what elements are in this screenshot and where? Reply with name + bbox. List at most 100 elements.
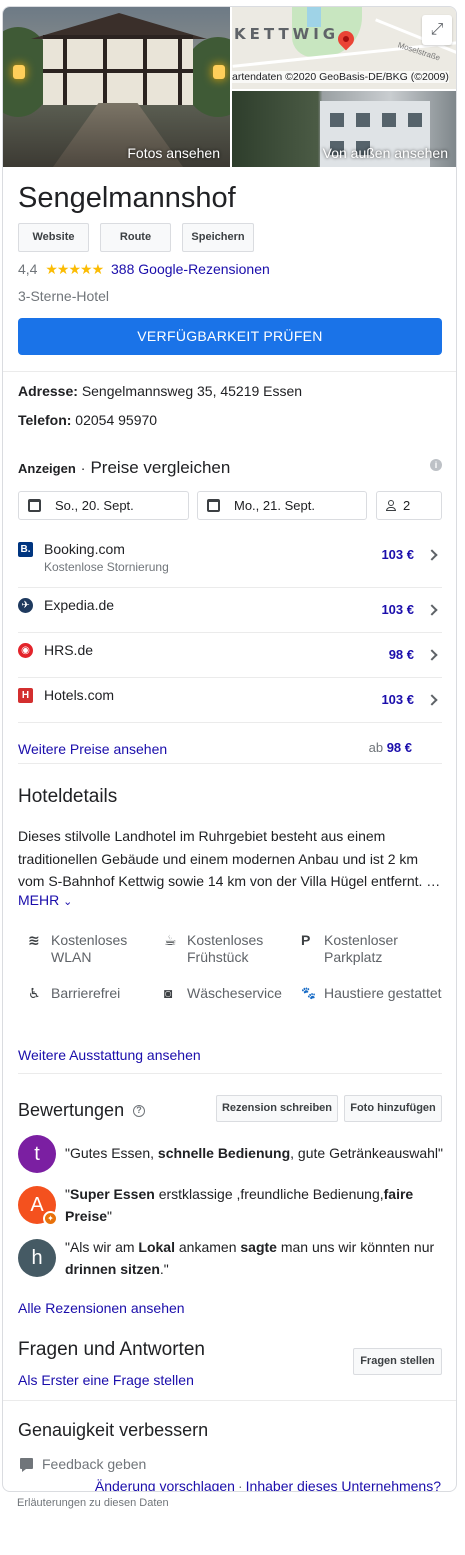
add-photo-button[interactable]: Foto hinzufügen: [344, 1095, 442, 1122]
more-prices-link[interactable]: Weitere Preise ansehen: [18, 741, 167, 757]
all-reviews-link[interactable]: Alle Rezensionen ansehen: [18, 1300, 185, 1316]
suggest-change-link[interactable]: Änderung vorschlagen: [95, 1478, 235, 1491]
reviews-link[interactable]: 388 Google-Rezensionen: [111, 261, 270, 277]
info-icon[interactable]: i: [430, 459, 442, 471]
route-button[interactable]: Route: [100, 223, 171, 252]
photo-strip: Fotos ansehen KETTWIG Moselstraße artend…: [3, 7, 456, 167]
provider-name: Expedia.de: [44, 597, 115, 613]
website-button[interactable]: Website: [18, 223, 89, 252]
accuracy-heading: Genauigkeit verbessern: [18, 1420, 209, 1440]
calendar-icon: [207, 499, 220, 512]
provider-price: 103 €: [381, 602, 414, 617]
address-label: Adresse:: [18, 383, 78, 399]
outside-photo[interactable]: Von außen ansehen: [232, 91, 456, 167]
qa-heading: Fragen und Antworten: [18, 1339, 205, 1360]
map-thumbnail[interactable]: KETTWIG Moselstraße artendaten ©2020 Geo…: [232, 7, 456, 89]
amenity-label: Haustiere gestattet: [324, 985, 442, 1001]
view-photos-label[interactable]: Fotos ansehen: [127, 145, 220, 161]
hotel-details-heading: Hoteldetails: [18, 786, 118, 807]
provider-price: 98 €: [388, 647, 414, 662]
chevron-down-icon: ⌄: [63, 896, 73, 908]
rating-row: 4,4 ★★★★★ 388 Google-Rezensionen: [18, 261, 270, 278]
phone-line: Telefon: 02054 95970: [18, 412, 157, 428]
divider: [18, 677, 442, 678]
house-shape: [43, 35, 193, 105]
coffee-icon: ☕: [164, 932, 177, 948]
checkout-date[interactable]: Mo., 21. Sept.: [197, 491, 367, 520]
chevron-right-icon: [426, 649, 438, 661]
chevron-right-icon: [426, 549, 438, 561]
write-review-button[interactable]: Rezension schreiben: [216, 1095, 338, 1122]
ask-first-question-link[interactable]: Als Erster eine Frage stellen: [18, 1372, 194, 1388]
divider: [3, 1400, 456, 1401]
provider-name: HRS.de: [44, 642, 94, 658]
separator: ·: [80, 460, 86, 476]
avatar[interactable]: h: [18, 1239, 56, 1277]
separator: ·: [237, 1478, 243, 1492]
person-icon: [386, 500, 396, 511]
save-button[interactable]: Speichern: [182, 223, 254, 252]
provider-row-expedia[interactable]: ✈ Expedia.de 103 €: [18, 597, 442, 632]
guests-selector[interactable]: 2: [376, 491, 442, 520]
paw-icon: 🐾: [301, 986, 316, 1000]
phone-label: Telefon:: [18, 412, 72, 428]
laundry-icon: ◙: [164, 985, 173, 1001]
provider-name: Booking.com: [44, 541, 125, 557]
from-label: ab: [368, 740, 384, 755]
parking-icon: P: [301, 932, 311, 948]
amenity-label: Barrierefrei: [51, 985, 121, 1001]
help-icon[interactable]: ?: [133, 1105, 145, 1117]
map-water: [307, 7, 321, 27]
checkin-date[interactable]: So., 20. Sept.: [18, 491, 189, 520]
divider: [18, 722, 442, 723]
owner-link[interactable]: Inhaber dieses Unternehmens?: [246, 1478, 441, 1491]
lamp-icon: [13, 65, 25, 79]
amenity-label: Kostenloses WLAN: [51, 932, 128, 965]
divider: [18, 763, 442, 764]
main-photo[interactable]: Fotos ansehen: [3, 7, 230, 167]
provider-row-hrs[interactable]: ◉ HRS.de 98 €: [18, 642, 442, 677]
hotels-logo-icon: H: [18, 688, 33, 703]
reviews-heading: Bewertungen: [18, 1100, 125, 1120]
expand-icon[interactable]: ⤢: [422, 15, 452, 45]
phone-value[interactable]: 02054 95970: [75, 412, 157, 428]
local-guide-badge-icon: ✦: [43, 1211, 58, 1226]
booking-logo-icon: B.: [18, 542, 33, 557]
guests-value: 2: [403, 498, 411, 513]
divider: [18, 587, 442, 588]
provider-subtitle: Kostenlose Stornierung: [44, 560, 169, 574]
review-snippet: "Gutes Essen, schnelle Bedienung, gute G…: [65, 1145, 443, 1161]
ask-question-button[interactable]: Fragen stellen: [353, 1348, 442, 1375]
hotel-category: 3-Sterne-Hotel: [18, 288, 110, 304]
feedback-link[interactable]: Feedback geben: [42, 1456, 146, 1472]
avatar-initial: A: [30, 1194, 44, 1216]
calendar-icon: [28, 499, 41, 512]
provider-row-hotels[interactable]: H Hotels.com 103 €: [18, 687, 442, 722]
data-explanation-link[interactable]: Erläuterungen zu diesen Daten: [17, 1497, 169, 1509]
provider-row-booking[interactable]: B. Booking.com Kostenlose Stornierung 10…: [18, 541, 442, 587]
avatar[interactable]: A ✦: [18, 1186, 58, 1226]
prices-heading: Anzeigen · Preise vergleichen: [18, 458, 230, 478]
more-amenities-link[interactable]: Weitere Ausstattung ansehen: [18, 1047, 201, 1063]
avatar[interactable]: t: [18, 1135, 56, 1173]
from-price: ab 98 €: [369, 740, 412, 755]
checkout-value: Mo., 21. Sept.: [234, 498, 315, 513]
star-rating-icon: ★★★★★: [45, 261, 104, 277]
more-button[interactable]: MEHR ⌄: [18, 892, 72, 908]
amenity-label: Kostenloser Parkplatz: [324, 932, 398, 965]
address-line: Adresse: Sengelmannsweg 35, 45219 Essen: [18, 383, 302, 399]
map-town-label: KETTWIG: [234, 25, 340, 43]
amenity-label: Wäscheservice: [187, 985, 282, 1001]
divider: [18, 1073, 442, 1074]
view-outside-label[interactable]: Von außen ansehen: [323, 145, 448, 161]
amenity-label: Kostenloses Frühstück: [187, 932, 264, 965]
wifi-icon: ≋: [28, 932, 40, 948]
address-value[interactable]: Sengelmannsweg 35, 45219 Essen: [82, 383, 302, 399]
provider-name: Hotels.com: [44, 687, 115, 703]
map-copyright: artendaten ©2020 GeoBasis-DE/BKG (©2009): [232, 71, 449, 83]
review-snippet: "Super Essen erstklassige ,freundliche B…: [65, 1186, 414, 1224]
suggest-row: Änderung vorschlagen · Inhaber dieses Unte…: [95, 1478, 441, 1492]
from-price-value: 98 €: [386, 740, 412, 755]
more-label: MEHR: [18, 892, 60, 908]
check-availability-button[interactable]: VERFÜGBARKEIT PRÜFEN: [18, 318, 442, 355]
